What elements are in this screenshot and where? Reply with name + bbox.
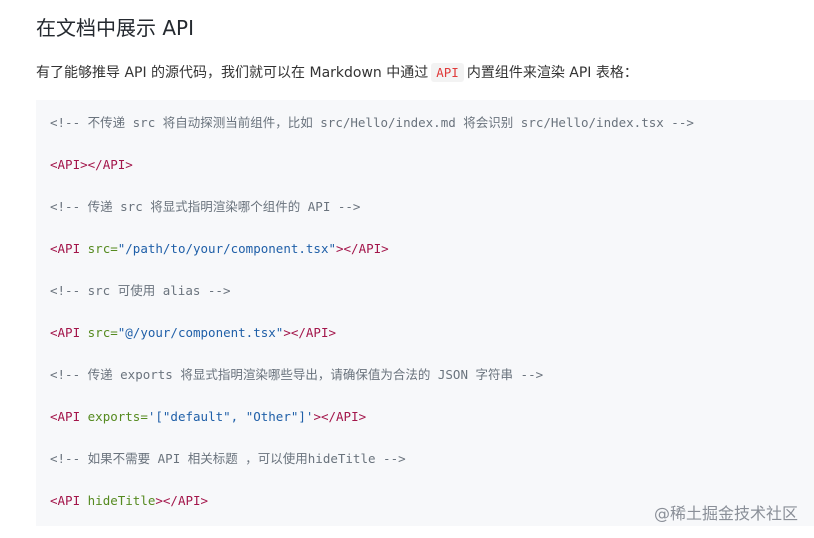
code-comment-line: <!-- 如果不需要 API 相关标题 ，可以使用hideTitle --> bbox=[50, 451, 406, 466]
intro-paragraph: 有了能够推导 API 的源代码，我们就可以在 Markdown 中通过 API 内置… bbox=[36, 62, 638, 82]
code-tag: <API bbox=[50, 409, 81, 424]
code-comment-line: <!-- 不传递 src 将自动探测当前组件，比如 src/Hello/inde… bbox=[50, 115, 694, 130]
code-line-api-src: <API src="/path/to/your/component.tsx"><… bbox=[50, 241, 389, 257]
code-attr: hideTitle bbox=[87, 493, 156, 508]
code-tag: ></API> bbox=[336, 241, 389, 256]
code-line-api-empty: <API></API> bbox=[50, 157, 133, 173]
code-tag: <API bbox=[50, 241, 81, 256]
code-block[interactable]: <!-- 不传递 src 将自动探测当前组件，比如 src/Hello/inde… bbox=[36, 100, 814, 526]
code-string: "/path/to/your/component.tsx" bbox=[117, 241, 336, 256]
code-attr: src= bbox=[87, 325, 118, 340]
watermark: @稀土掘金技术社区 bbox=[653, 504, 798, 523]
code-comment-line: <!-- 传递 src 将显式指明渲染哪个组件的 API --> bbox=[50, 199, 361, 214]
intro-text-before: 有了能够推导 API 的源代码，我们就可以在 Markdown 中通过 bbox=[36, 65, 429, 81]
code-attr: src= bbox=[87, 241, 118, 256]
code-tag: <API> bbox=[50, 157, 88, 172]
code-line-api-exports: <API exports='["default", "Other"]'></AP… bbox=[50, 409, 366, 425]
inline-code-api: API bbox=[431, 63, 464, 82]
code-attr: exports= bbox=[87, 409, 148, 424]
section-heading: 在文档中展示 API bbox=[36, 16, 194, 40]
code-tag: <API bbox=[50, 493, 81, 508]
code-line-api-alias: <API src="@/your/component.tsx"></API> bbox=[50, 325, 336, 341]
code-tag: <API bbox=[50, 325, 81, 340]
code-tag: ></API> bbox=[283, 325, 337, 340]
code-string: "@/your/component.tsx" bbox=[117, 325, 284, 340]
code-tag: ></API> bbox=[313, 409, 367, 424]
intro-text-after: 内置组件来渲染 API 表格： bbox=[466, 65, 638, 81]
code-comment-line: <!-- 传递 exports 将显式指明渲染哪些导出，请确保值为合法的 JSO… bbox=[50, 367, 544, 382]
code-tag: ></API> bbox=[155, 493, 209, 508]
code-tag: </API> bbox=[87, 157, 133, 172]
code-comment-line: <!-- src 可使用 alias --> bbox=[50, 283, 231, 298]
code-line-api-hidetitle: <API hideTitle></API> bbox=[50, 493, 208, 509]
code-string: '["default", "Other"]' bbox=[147, 409, 314, 424]
